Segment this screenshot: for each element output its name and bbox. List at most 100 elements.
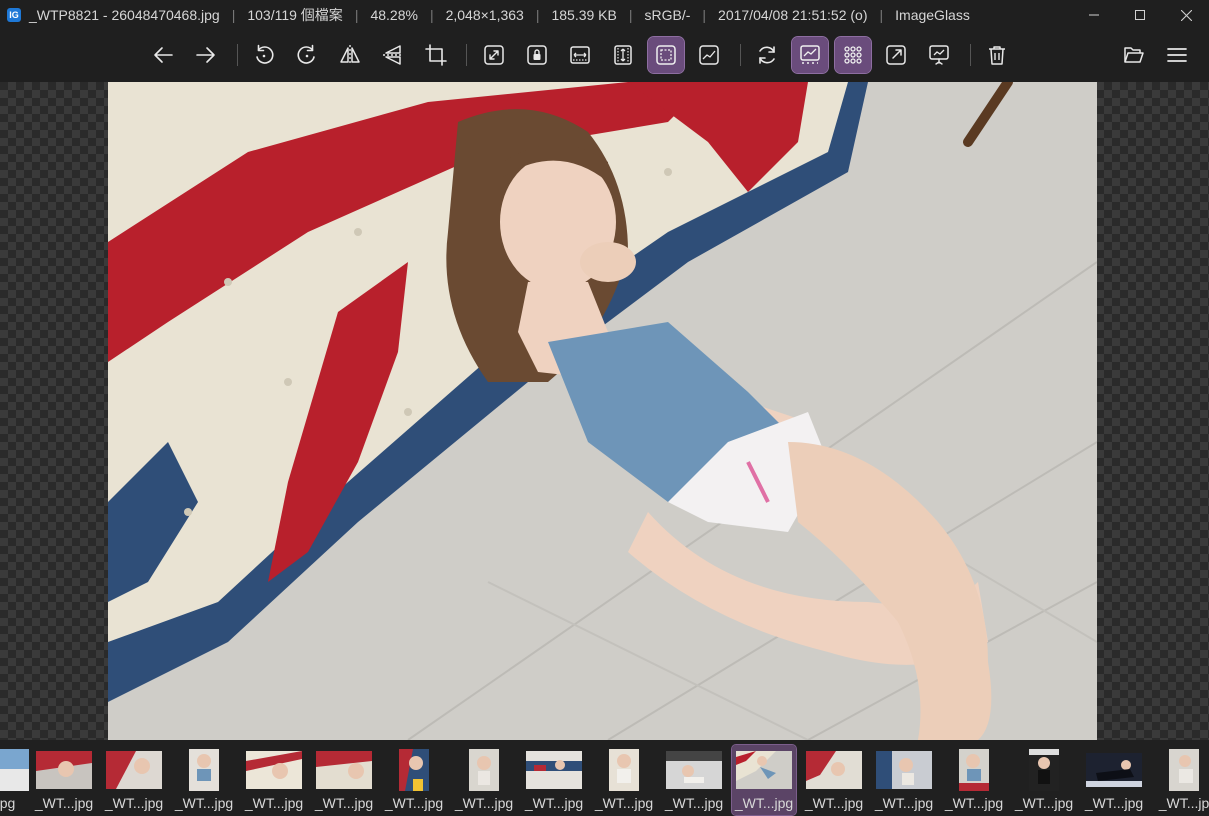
thumbnail-item[interactable]: _WT...jpg [662, 745, 726, 815]
title-separator: | [429, 7, 434, 23]
rotate-right-button[interactable] [289, 37, 325, 73]
next-image-button[interactable] [188, 37, 224, 73]
main-menu-button[interactable] [1159, 37, 1195, 73]
thumbnail-label: _WT...jpg [454, 795, 514, 811]
thumbnail-label: _WT...jpg [1084, 795, 1144, 811]
image-viewer[interactable] [0, 82, 1209, 740]
flip-vertical-button[interactable] [375, 37, 411, 73]
gallery-button[interactable] [791, 36, 829, 74]
minimize-icon [1089, 14, 1099, 16]
rotate-right-icon [297, 44, 315, 64]
scale-to-fill-icon [699, 45, 719, 65]
maximize-button[interactable] [1117, 0, 1163, 30]
delete-icon [989, 46, 1005, 65]
scale-to-height-icon [614, 45, 632, 65]
thumbnail-item[interactable]: _WT...jpg [312, 745, 376, 815]
thumbnail-strip: .jpg _WT...jpg _WT...jpg _WT...jpg _WT..… [0, 740, 1209, 816]
title-bar: IG _WTP8821 - 26048470468.jpg | 103/119 … [0, 0, 1209, 30]
window-controls [1071, 0, 1209, 30]
zoom-label: 48.28% [370, 7, 418, 23]
thumbnail-image [106, 751, 162, 789]
toolbar-separator [237, 44, 238, 66]
thumbnail-item[interactable]: _WT...jpg [522, 745, 586, 815]
close-button[interactable] [1163, 0, 1209, 30]
thumbnail-item[interactable]: _WT...jpg [382, 745, 446, 815]
thumbnail-item[interactable]: _WT...jpg [1012, 745, 1076, 815]
thumbnail-image [36, 751, 92, 789]
thumbnail-item[interactable]: _WT...jpg [452, 745, 516, 815]
thumbnail-label: _WT...jpg [594, 795, 654, 811]
flip-vertical-icon [383, 45, 403, 65]
flip-horizontal-button[interactable] [332, 37, 368, 73]
thumbnail-image [959, 749, 989, 791]
thumbnail-image [399, 749, 429, 791]
thumbnail-label: _WT...jpg [174, 795, 234, 811]
thumbnail-label: _WT...jpg [1014, 795, 1074, 811]
maximize-icon [1135, 10, 1145, 20]
scale-to-fill-button[interactable] [691, 37, 727, 73]
auto-zoom-button[interactable] [476, 37, 512, 73]
rotate-left-button[interactable] [246, 37, 282, 73]
title-separator: | [231, 7, 236, 23]
thumbnail-label: _WT...jpg [524, 795, 584, 811]
flip-horizontal-icon [340, 45, 360, 65]
title-separator: | [354, 7, 359, 23]
thumbnail-label: _WT...jpg [804, 795, 864, 811]
title-separator: | [535, 7, 540, 23]
close-icon [1180, 9, 1192, 21]
thumbnail-image [0, 749, 29, 791]
refresh-icon [759, 46, 775, 64]
arrow-right-icon [196, 47, 215, 63]
delete-button[interactable] [979, 37, 1015, 73]
crop-button[interactable] [418, 37, 454, 73]
slideshow-icon [929, 45, 949, 65]
title-separator: | [628, 7, 633, 23]
thumbnail-item[interactable]: _WT...jpg [32, 745, 96, 815]
thumbnail-image [806, 751, 862, 789]
thumbnail-item[interactable]: _WT...jpg [102, 745, 166, 815]
thumbnail-label: _WT...jpg [384, 795, 444, 811]
slideshow-button[interactable] [921, 37, 957, 73]
thumbnail-item[interactable]: _WT...jpg [172, 745, 236, 815]
colorspace-label: sRGB/- [644, 7, 691, 23]
scale-to-height-button[interactable] [605, 37, 641, 73]
thumbnail-label: _WT...jpg [664, 795, 724, 811]
scale-to-width-button[interactable] [562, 37, 598, 73]
thumbnail-label: _WT...jpg [104, 795, 164, 811]
thumbnail-item[interactable]: _WT...jpg [872, 745, 936, 815]
thumbnail-item[interactable]: _WT...jpg [802, 745, 866, 815]
file-index-label: 103/119 個檔案 [247, 7, 343, 23]
thumbnail-item[interactable]: _WT...jpg [592, 745, 656, 815]
refresh-button[interactable] [749, 37, 785, 73]
auto-zoom-icon [484, 45, 504, 65]
app-name-label: ImageGlass [895, 7, 970, 23]
open-folder-button[interactable] [1116, 37, 1152, 73]
thumbnail-label: _WT...jpg [874, 795, 934, 811]
fullscreen-button[interactable] [878, 37, 914, 73]
thumbnail-item[interactable]: _WT...jpg [242, 745, 306, 815]
thumbnail-image [526, 751, 582, 789]
thumbnail-item[interactable]: _WT...jpg [942, 745, 1006, 815]
thumbnail-item-selected[interactable]: _WT...jpg [731, 744, 797, 816]
toolbar-separator [466, 44, 467, 66]
datetime-label: 2017/04/08 21:51:52 (o) [718, 7, 868, 23]
scale-to-fit-icon [656, 45, 676, 65]
main-image [108, 82, 1097, 740]
thumbnail-image [609, 749, 639, 791]
lock-zoom-button[interactable] [519, 37, 555, 73]
thumbnail-label: _WT...jpg [314, 795, 374, 811]
thumbnail-image [246, 751, 302, 789]
thumbnail-item[interactable]: _WT...jp [1152, 745, 1209, 815]
thumbnail-item[interactable]: _WT...jpg [1082, 745, 1146, 815]
lock-zoom-icon [527, 45, 547, 65]
scale-to-fit-button[interactable] [647, 36, 685, 74]
minimize-button[interactable] [1071, 0, 1117, 30]
thumbnail-image [189, 749, 219, 791]
photo-illustration [108, 82, 1097, 740]
rotate-left-icon [256, 44, 274, 64]
thumbnail-grid-icon [844, 46, 862, 64]
thumbnail-label: _WT...jpg [734, 795, 794, 811]
thumbnail-grid-button[interactable] [834, 36, 872, 74]
previous-image-button[interactable] [145, 37, 181, 73]
thumbnail-label: _WT...jp [1158, 795, 1209, 811]
